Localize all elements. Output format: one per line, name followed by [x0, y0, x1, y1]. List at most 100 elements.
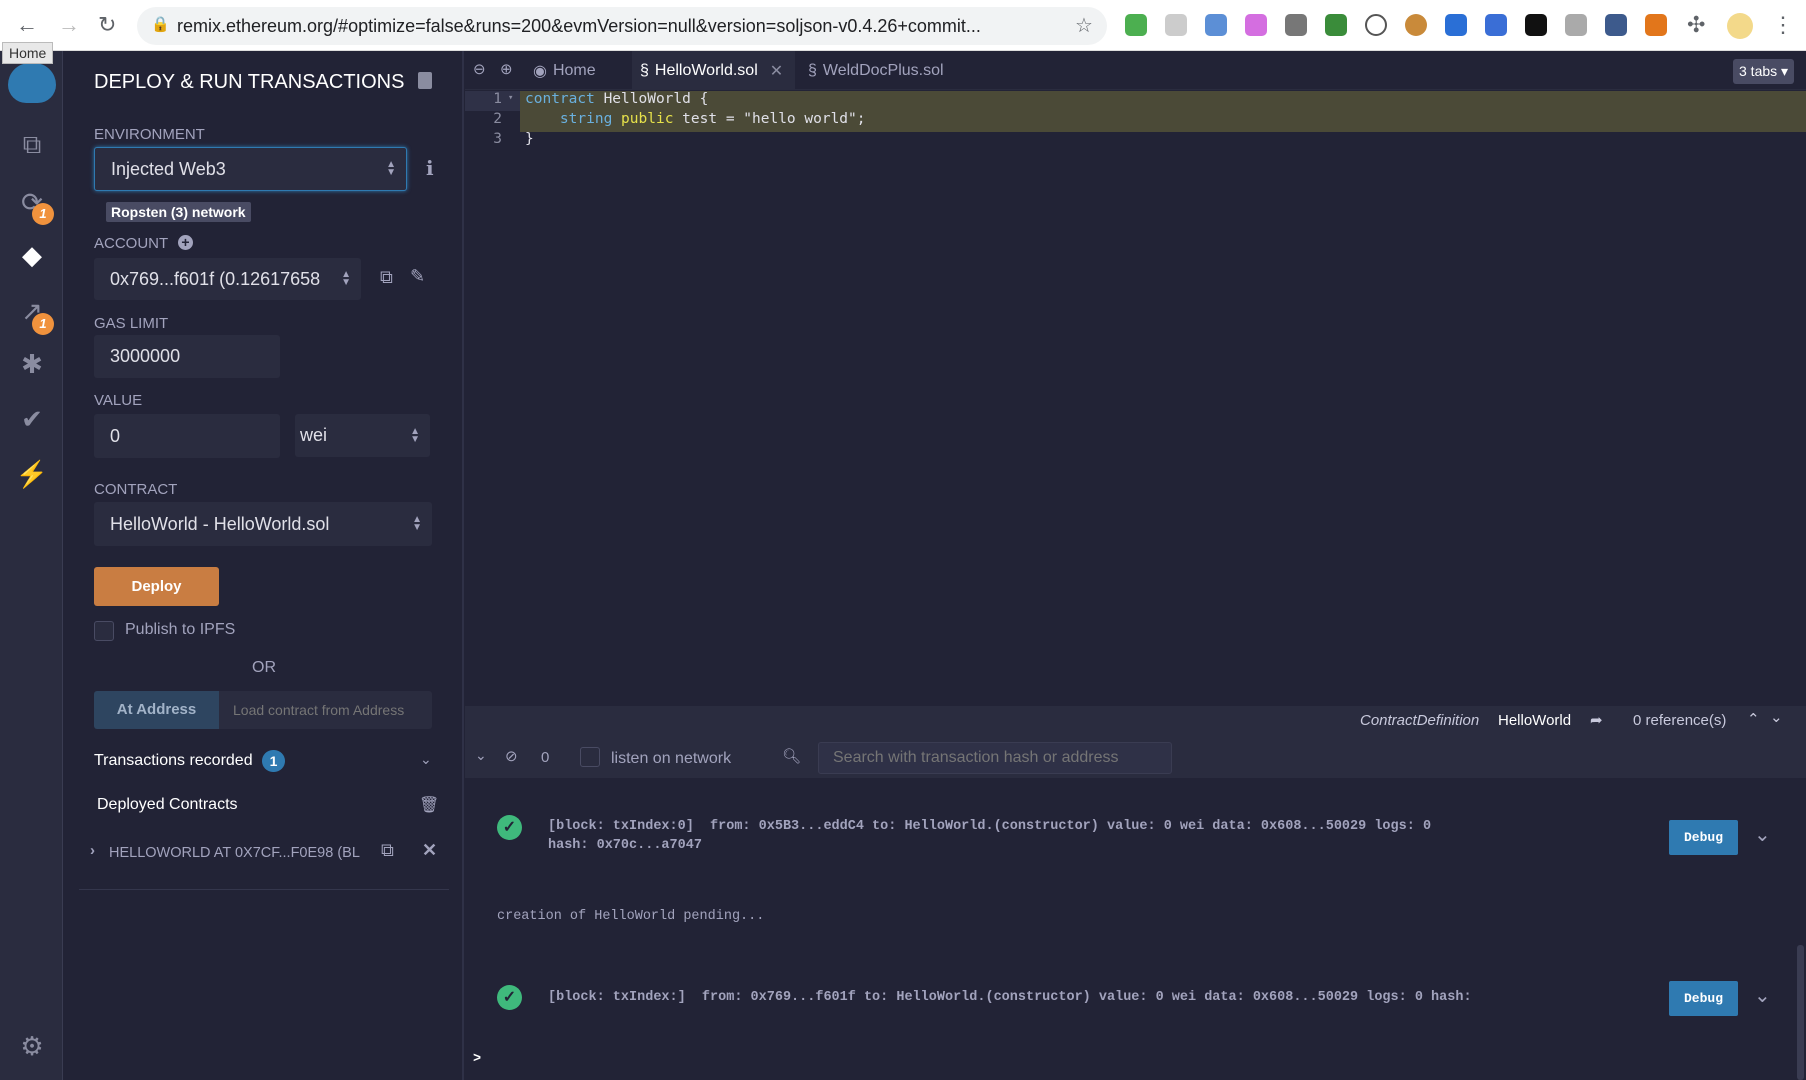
home-tooltip: Home [2, 42, 54, 64]
metamask-icon[interactable] [1645, 14, 1667, 36]
debug-button[interactable]: Debug [1669, 981, 1738, 1016]
file-explorer-icon[interactable]: ⧉ [14, 126, 50, 162]
bookmark-star-icon[interactable]: ☆ [1075, 13, 1093, 38]
environment-select[interactable]: Injected Web3 ▲ ▼ [94, 147, 407, 191]
debugger-bug-icon[interactable]: ✱ [14, 346, 50, 382]
publish-ipfs-checkbox[interactable] [94, 621, 114, 641]
listen-network-checkbox[interactable] [580, 747, 600, 767]
definition-kind: ContractDefinition [1360, 712, 1480, 729]
divider [79, 889, 449, 890]
deployed-instance-title[interactable]: HELLOWORLD AT 0X7CF...F0E98 (BL [109, 845, 362, 861]
forward-icon[interactable]: → [58, 12, 80, 38]
tab-welddocplus[interactable]: § WeldDocPlus.sol [800, 51, 952, 90]
extension-icon[interactable] [1325, 14, 1347, 36]
editor: ⊖ ⊕ ◉ Home § HelloWorld.sol ✕ § WeldDocPlus.… [465, 51, 1806, 706]
documentation-book-icon[interactable] [418, 72, 432, 89]
editor-status-bar: ContractDefinition HelloWorld ➦ 0 refere… [465, 706, 1806, 737]
tab-helloworld[interactable]: § HelloWorld.sol ✕ [632, 51, 795, 90]
select-arrows-icon: ▲ ▼ [386, 159, 396, 178]
prev-reference-icon[interactable]: ⌃ [1747, 710, 1760, 728]
extension-icon[interactable] [1565, 14, 1587, 36]
solidity-file-icon: § [808, 61, 817, 79]
tab-label: WeldDocPlus.sol [822, 61, 944, 79]
reload-icon[interactable]: ↻ [98, 12, 116, 38]
deploy-run-icon[interactable]: ◆ [14, 237, 50, 273]
tab-label: Home [552, 61, 596, 79]
goto-definition-icon[interactable]: ➦ [1590, 711, 1603, 729]
add-account-icon[interactable]: + [178, 235, 193, 250]
gas-limit-input[interactable]: 3000000 [94, 335, 280, 378]
extension-icon[interactable] [1605, 14, 1627, 36]
trash-icon[interactable]: 🗑 [419, 795, 439, 815]
extensions-puzzle-icon[interactable]: ✣ [1687, 12, 1705, 38]
url-text: remix.ethereum.org/#optimize=false&runs=… [177, 16, 981, 36]
account-select[interactable]: 0x769...f601f (0.12617658 ▲ ▼ [94, 258, 361, 300]
gas-limit-label: GAS LIMIT [94, 315, 169, 332]
menu-kebab-icon[interactable]: ⋮ [1772, 12, 1794, 38]
line-number: 2 [493, 111, 502, 127]
close-tab-icon[interactable]: ✕ [770, 61, 783, 81]
extension-icon[interactable] [1405, 14, 1427, 36]
publish-ipfs-label: Publish to IPFS [125, 621, 236, 638]
settings-gear-icon[interactable]: ⚙ [14, 1028, 50, 1064]
extension-icon[interactable] [1205, 14, 1227, 36]
extension-icon[interactable] [1125, 14, 1147, 36]
tx-log-line[interactable]: [block: txIndex:] from: 0x769...f601f to… [548, 990, 1472, 1005]
tx-log-hash[interactable]: hash: 0x70c...a7047 [548, 838, 702, 853]
contract-select[interactable]: HelloWorld - HelloWorld.sol ▲ ▼ [94, 502, 432, 546]
chevron-down-icon[interactable]: ⌄ [420, 751, 432, 768]
value-input[interactable]: 0 [94, 414, 280, 458]
testing-check-icon[interactable]: ✔ [14, 401, 50, 437]
tabs-count: 3 tabs [1739, 63, 1778, 79]
expand-log-chevron-icon[interactable]: ⌄ [1754, 822, 1771, 847]
address-bar[interactable]: 🔒 remix.ethereum.org/#optimize=false&run… [137, 7, 1107, 45]
tabs-count-dropdown[interactable]: 3 tabs ▾ [1733, 59, 1795, 84]
terminal-prompt[interactable]: > [473, 1052, 481, 1067]
debug-button[interactable]: Debug [1669, 820, 1738, 855]
panel-title: DEPLOY & RUN TRANSACTIONS [94, 71, 405, 93]
code-line-3: } [525, 131, 534, 147]
definition-name[interactable]: HelloWorld [1498, 712, 1571, 729]
back-icon[interactable]: ← [16, 12, 38, 38]
gutter [465, 90, 520, 706]
tx-log-line[interactable]: [block: txIndex:0] from: 0x5B3...eddC4 t… [548, 819, 1431, 834]
extension-icon[interactable] [1445, 14, 1467, 36]
account-label: ACCOUNT [94, 235, 169, 252]
expand-log-chevron-icon[interactable]: ⌄ [1754, 983, 1771, 1008]
value-unit-select[interactable]: wei ▲ ▼ [295, 414, 430, 457]
extension-icon[interactable] [1365, 14, 1387, 36]
extension-icon[interactable] [1165, 14, 1187, 36]
remix-logo-icon[interactable] [8, 63, 56, 103]
clear-console-icon[interactable]: ⊘ [505, 747, 518, 765]
expand-chevron-icon[interactable]: › [90, 842, 95, 859]
browser-toolbar: ← → ↻ 🔒 remix.ethereum.org/#optimize=fal… [0, 0, 1806, 51]
load-address-input[interactable] [219, 691, 432, 729]
extension-icon[interactable] [1525, 14, 1547, 36]
copy-account-icon[interactable]: ⧉ [380, 267, 393, 288]
zoom-in-icon[interactable]: ⊕ [500, 60, 513, 78]
terminal-scrollbar[interactable] [1797, 945, 1804, 1080]
edit-account-icon[interactable]: ✎ [410, 266, 425, 287]
terminal: ⌄ ⊘ 0 listen on network 🔍︎ ✓ [block: txI… [465, 737, 1806, 1080]
at-address-button[interactable]: At Address [94, 691, 219, 729]
minimize-terminal-icon[interactable]: ⌄ [475, 747, 487, 764]
extension-icon[interactable] [1285, 14, 1307, 36]
fold-icon[interactable]: ▾ [508, 93, 513, 103]
environment-label: ENVIRONMENT [94, 126, 205, 143]
plugin-manager-icon[interactable]: ⚡ [14, 456, 50, 492]
extension-icon[interactable] [1485, 14, 1507, 36]
deploy-button[interactable]: Deploy [94, 567, 219, 606]
contract-value: HelloWorld - HelloWorld.sol [110, 513, 330, 534]
close-instance-icon[interactable]: ✕ [422, 840, 437, 861]
zoom-out-icon[interactable]: ⊖ [473, 60, 486, 78]
profile-avatar[interactable] [1727, 13, 1753, 39]
extension-icon[interactable] [1245, 14, 1267, 36]
network-badge: Ropsten (3) network [106, 202, 251, 222]
next-reference-icon[interactable]: ⌄ [1770, 708, 1783, 726]
transactions-count-badge: 1 [262, 750, 285, 772]
info-icon[interactable]: i [426, 156, 434, 180]
copy-address-icon[interactable]: ⧉ [381, 840, 394, 861]
tab-home[interactable]: ◉ Home [525, 51, 604, 90]
code-area[interactable] [520, 90, 1806, 706]
transaction-search-input[interactable] [818, 742, 1172, 774]
